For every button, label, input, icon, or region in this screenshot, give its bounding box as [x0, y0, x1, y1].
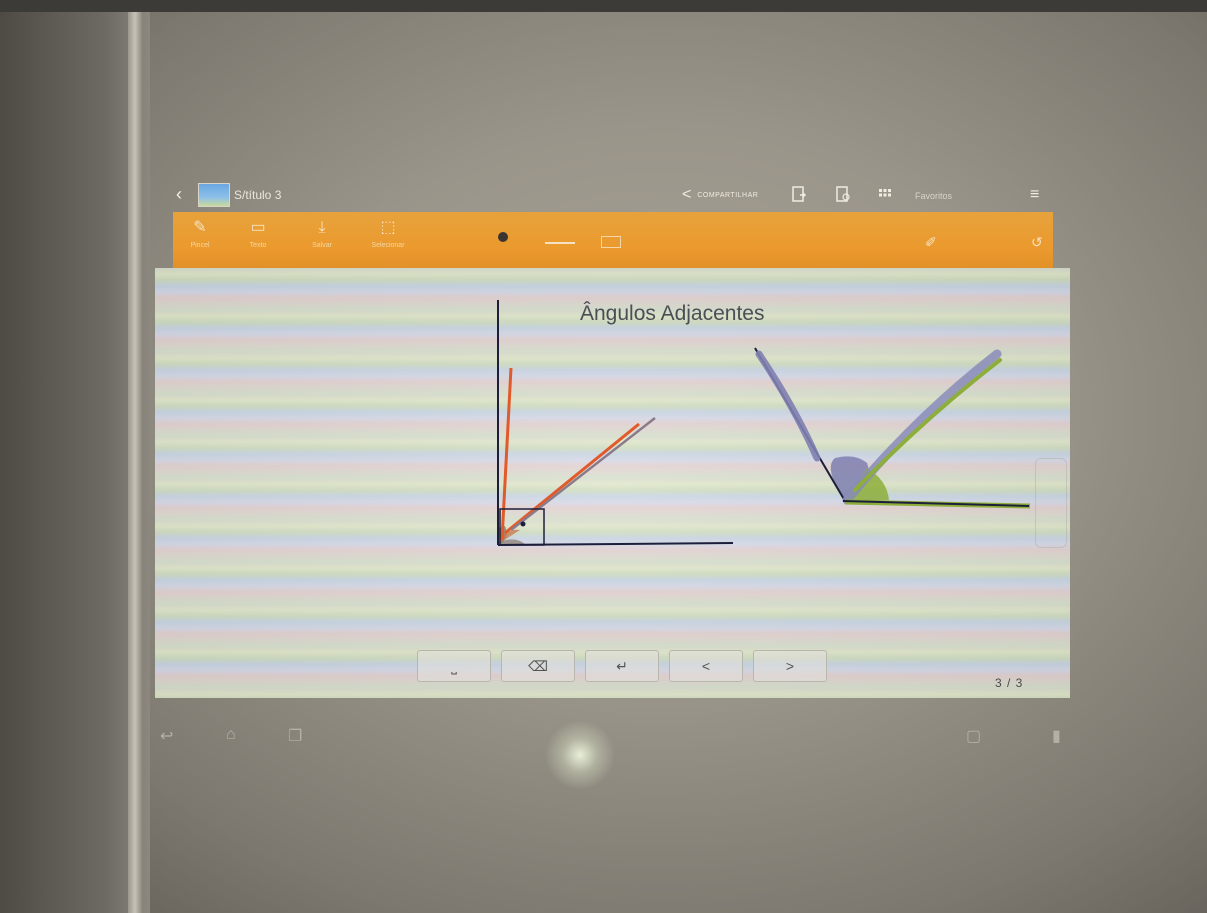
purple-ray-diagonal: [510, 417, 656, 531]
tool-label: Selecionar: [371, 242, 405, 249]
export-document-icon[interactable]: [836, 186, 850, 202]
side-page-handle[interactable]: [1035, 458, 1067, 548]
tool-label: Salvar: [312, 242, 332, 249]
text-box-icon: ▭: [250, 219, 266, 236]
right-angle-marker: [499, 508, 545, 546]
next-page-button[interactable]: >: [753, 650, 827, 682]
tool-text[interactable]: ▭ Texto: [235, 218, 281, 268]
backspace-key[interactable]: ⌫: [501, 650, 575, 682]
status-indicator-icon: ▢: [966, 728, 982, 745]
share-icon: <: [682, 186, 692, 203]
tool-save[interactable]: ⤓ Salvar: [299, 218, 345, 268]
grid-apps-icon[interactable]: [878, 186, 892, 202]
tool-brush[interactable]: ✎ Pincel: [177, 218, 223, 268]
color-swatch[interactable]: [601, 236, 621, 248]
download-icon: ⤓: [318, 219, 326, 236]
pen-size-dot[interactable]: [498, 232, 508, 242]
document-title: S/título 3: [234, 188, 282, 202]
whiteboard-canvas[interactable]: Ângulos Adjacentes ⎵ ⌫ ↵ < > 3 / 3: [155, 268, 1070, 698]
document-thumbnail[interactable]: [198, 183, 230, 207]
system-back-icon[interactable]: ↩: [160, 726, 173, 746]
title-bar: ‹ S/título 3 < COMPARTILHAR Favoritos ≡: [170, 180, 1050, 214]
tablet-bezel-top: [0, 0, 1207, 12]
select-icon: ⬚: [380, 219, 396, 236]
system-recent-apps-icon[interactable]: ❐: [288, 726, 302, 746]
orange-ray-vertical: [500, 367, 513, 541]
eraser-icon[interactable]: ✐: [925, 234, 937, 251]
projector-glare: [545, 720, 615, 790]
tool-select[interactable]: ⬚ Selecionar: [365, 218, 411, 268]
share-label: COMPARTILHAR: [697, 191, 759, 199]
menu-icon[interactable]: ≡: [1030, 186, 1039, 204]
handwritten-drawing: [497, 300, 1031, 546]
green-ray: [853, 358, 1002, 492]
import-document-icon[interactable]: [792, 186, 806, 202]
vertex-dot: [520, 521, 526, 527]
tablet-bezel-edge: [128, 0, 142, 913]
share-button[interactable]: < COMPARTILHAR: [682, 186, 758, 204]
brush-icon: ✎: [193, 219, 207, 236]
drawing-toolbar: ✎ Pincel ▭ Texto ⤓ Salvar ⬚ Selecionar ✐…: [173, 212, 1053, 272]
space-key[interactable]: ⎵: [417, 650, 491, 682]
page-counter: 3 / 3: [995, 676, 1024, 690]
tool-label: Texto: [249, 242, 267, 249]
orange-ray-diagonal: [504, 422, 640, 535]
previous-page-button[interactable]: <: [669, 650, 743, 682]
tool-label: Pincel: [190, 242, 210, 249]
bottom-keypad: ⎵ ⌫ ↵ < >: [417, 650, 827, 682]
system-home-icon[interactable]: ⌂: [226, 726, 236, 744]
line-thickness-control[interactable]: [545, 242, 575, 244]
enter-key[interactable]: ↵: [585, 650, 659, 682]
purple-highlight-left: [755, 350, 821, 462]
undo-icon[interactable]: ↺: [1031, 234, 1043, 251]
back-arrow-icon[interactable]: ‹: [176, 184, 182, 205]
favorites-label[interactable]: Favoritos: [915, 191, 952, 201]
battery-icon: ▮: [1052, 728, 1061, 745]
